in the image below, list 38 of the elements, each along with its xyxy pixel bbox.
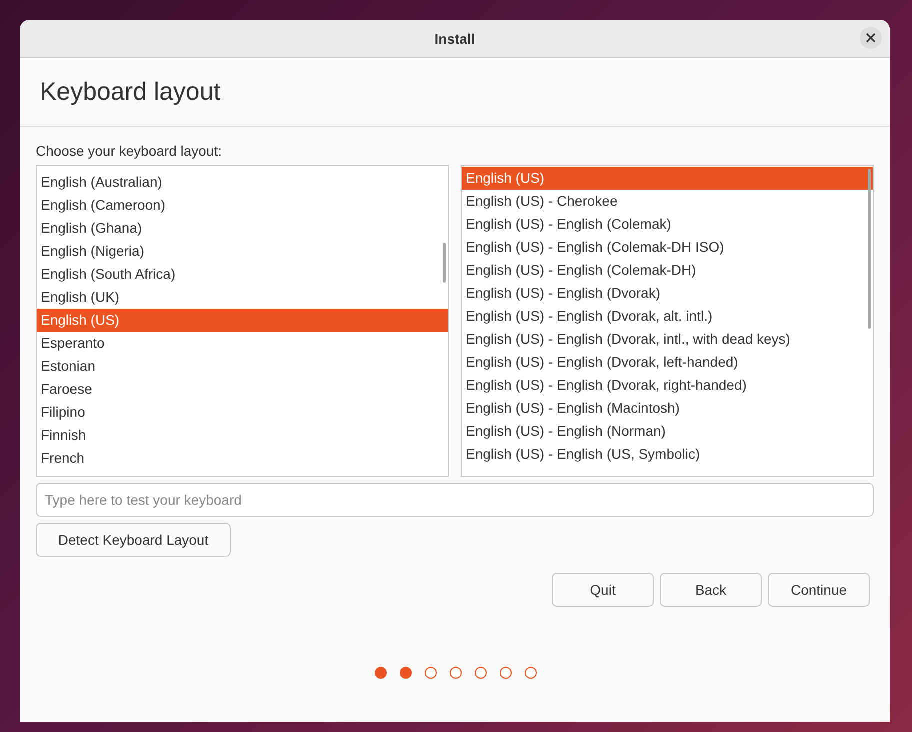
layout-item[interactable]: Finnish [37, 424, 448, 447]
layout-item[interactable]: English (Nigeria) [37, 240, 448, 263]
detect-layout-button[interactable]: Detect Keyboard Layout [36, 523, 231, 557]
layout-item[interactable]: English (Cameroon) [37, 194, 448, 217]
close-icon [866, 33, 876, 43]
test-input-field[interactable]: Type here to test your keyboard [36, 483, 874, 517]
nav-button[interactable]: Back [660, 573, 762, 607]
variant-item[interactable]: English (US) - English (Dvorak) [462, 282, 873, 305]
nav-button[interactable]: Continue [768, 573, 870, 607]
variant-item[interactable]: English (US) - English (Colemak-DH) [462, 259, 873, 282]
prompt-label: Choose your keyboard layout: [36, 143, 223, 159]
variant-item[interactable]: English (US) - English (Dvorak, left-handed) [462, 351, 873, 374]
variant-item[interactable]: English (US) - English (Dvorak, intl., with dead keys) [462, 328, 873, 351]
scrollbar[interactable] [868, 169, 871, 329]
variant-item[interactable]: English (US) - Cherokee [462, 190, 873, 213]
scrollbar[interactable] [443, 243, 446, 283]
layout-item[interactable]: French [37, 447, 448, 470]
variant-item[interactable]: English (US) - English (Dvorak, right-handed) [462, 374, 873, 397]
layout-item[interactable]: English (UK) [37, 286, 448, 309]
variant-item[interactable]: English (US) - English (Dvorak, alt. intl.) [462, 305, 873, 328]
layout-item[interactable]: English (South Africa) [37, 263, 448, 286]
variant-item[interactable]: English (US) - English (Colemak-DH ISO) [462, 236, 873, 259]
page-heading: Keyboard layout [40, 78, 221, 106]
layout-item[interactable]: English (Australian) [37, 171, 448, 194]
close-button[interactable] [860, 27, 882, 49]
nav-button[interactable]: Quit [552, 573, 654, 607]
layout-item[interactable]: English (US) [37, 309, 448, 332]
variant-item[interactable]: English (US) - English (Macintosh) [462, 397, 873, 420]
variant-item[interactable]: English (US) - English (Colemak) [462, 213, 873, 236]
layout-item[interactable]: Faroese [37, 378, 448, 401]
window-title: Install [434, 30, 476, 46]
layout-item[interactable]: Filipino [37, 401, 448, 424]
variant-item[interactable]: English (US) [462, 167, 873, 190]
variant-item[interactable]: English (US) - English (US, Symbolic) [462, 443, 873, 466]
layout-item[interactable]: Esperanto [37, 332, 448, 355]
layout-item[interactable]: English (Ghana) [37, 217, 448, 240]
layout-item[interactable]: Estonian [37, 355, 448, 378]
variant-item[interactable]: English (US) - English (Norman) [462, 420, 873, 443]
